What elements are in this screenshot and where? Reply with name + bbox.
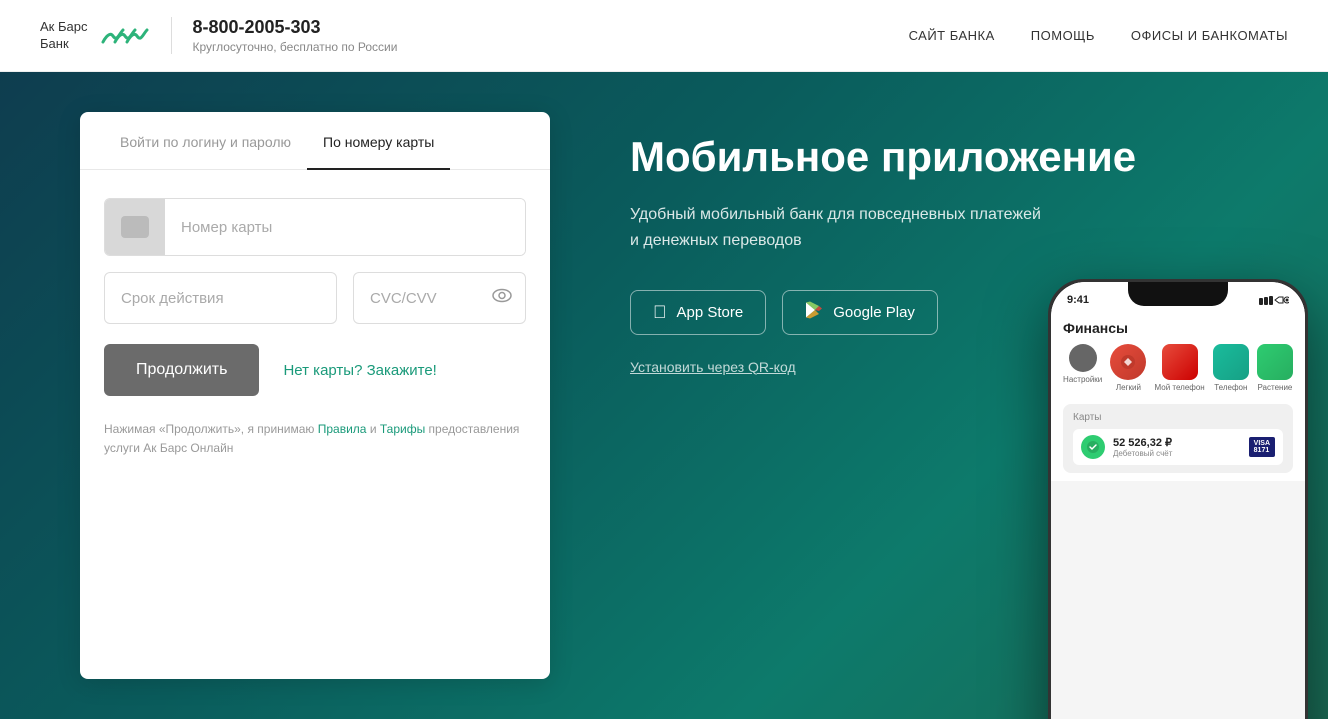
myphone-app-icon bbox=[1162, 344, 1198, 380]
card-details-row bbox=[104, 272, 526, 324]
no-card-link[interactable]: Нет карты? Закажите! bbox=[283, 362, 436, 379]
settings-app-icon bbox=[1069, 344, 1097, 372]
plant-app-icon bbox=[1257, 344, 1293, 380]
tab-card-number[interactable]: По номеру карты bbox=[307, 112, 450, 170]
phone-time: 9:41 bbox=[1067, 294, 1089, 306]
phone-apps-grid: Настройки Легкий Мой телефон bbox=[1063, 344, 1293, 392]
logo-text: Ак Барс Банк bbox=[40, 19, 87, 53]
phone-status-icons bbox=[1259, 295, 1289, 305]
terms-tariffs-link[interactable]: Тарифы bbox=[380, 422, 425, 436]
phone-card-type: Дебетовый счёт bbox=[1113, 449, 1249, 458]
expiry-input[interactable] bbox=[104, 272, 337, 324]
header-nav: САЙТ БАНКА ПОМОЩЬ ОФИСЫ И БАНКОМАТЫ bbox=[909, 28, 1288, 43]
login-tabs: Войти по логину и паролю По номеру карты bbox=[80, 112, 550, 170]
action-row: Продолжить Нет карты? Закажите! bbox=[104, 344, 526, 396]
appstore-button[interactable]:  App Store bbox=[630, 290, 766, 335]
terms-text: Нажимая «Продолжить», я принимаю Правила… bbox=[104, 420, 526, 458]
card-number-input[interactable] bbox=[165, 199, 525, 255]
phone-app-easy: Легкий bbox=[1110, 344, 1146, 392]
terms-rules-link[interactable]: Правила bbox=[318, 422, 367, 436]
phone-app-plant: Растение bbox=[1257, 344, 1293, 392]
phone-card-info: 52 526,32 ₽ Дебетовый счёт bbox=[1113, 436, 1249, 458]
apple-icon:  bbox=[653, 302, 667, 323]
phone-card-amount: 52 526,32 ₽ bbox=[1113, 436, 1249, 449]
main-content: Войти по логину и паролю По номеру карты bbox=[0, 72, 1328, 719]
header-left: Ак Барс Банк 8-800-2005-303 Круглосуточн… bbox=[40, 17, 397, 54]
phone-cards-section: Карты 52 526,32 ₽ Дебетовый счёт VISA817… bbox=[1063, 404, 1293, 473]
phone-subtitle: Круглосуточно, бесплатно по России bbox=[192, 40, 397, 54]
phone-card-visa: VISA8171 bbox=[1249, 437, 1275, 457]
phone-finances-title: Финансы bbox=[1063, 320, 1293, 336]
phone-app-settings: Настройки bbox=[1063, 344, 1102, 392]
card-number-wrapper bbox=[104, 198, 526, 256]
card-icon-box bbox=[105, 199, 165, 255]
googleplay-icon bbox=[805, 301, 823, 324]
phone-screen: 9:41 bbox=[1051, 282, 1305, 719]
right-panel: Мобильное приложение Удобный мобильный б… bbox=[550, 72, 1328, 719]
nav-bank-site[interactable]: САЙТ БАНКА bbox=[909, 28, 995, 43]
eye-icon[interactable] bbox=[492, 289, 512, 308]
phone-number: 8-800-2005-303 bbox=[192, 17, 397, 38]
login-form: Продолжить Нет карты? Закажите! Нажимая … bbox=[80, 170, 550, 490]
phone-mockup: 9:41 bbox=[1048, 279, 1308, 719]
nav-help[interactable]: ПОМОЩЬ bbox=[1031, 28, 1095, 43]
header: Ак Барс Банк 8-800-2005-303 Круглосуточн… bbox=[0, 0, 1328, 72]
logo-area: Ак Барс Банк bbox=[40, 19, 151, 53]
phone-notch bbox=[1128, 282, 1228, 306]
phone-app-icon bbox=[1213, 344, 1249, 380]
phone-area: 8-800-2005-303 Круглосуточно, бесплатно … bbox=[171, 17, 397, 54]
phone-card-icon bbox=[1081, 435, 1105, 459]
phone-outer: 9:41 bbox=[1048, 279, 1308, 719]
googleplay-button[interactable]: Google Play bbox=[782, 290, 938, 335]
bank-logo-icon bbox=[95, 20, 151, 52]
promo-title: Мобильное приложение bbox=[630, 132, 1268, 182]
phone-app-phone: Телефон bbox=[1213, 344, 1249, 392]
cvv-wrapper bbox=[353, 272, 526, 324]
phone-content: Финансы Настройки Легкий bbox=[1051, 312, 1305, 481]
card-chip-icon bbox=[121, 216, 149, 238]
continue-button[interactable]: Продолжить bbox=[104, 344, 259, 396]
login-panel: Войти по логину и паролю По номеру карты bbox=[80, 112, 550, 679]
tab-login-password[interactable]: Войти по логину и паролю bbox=[104, 112, 307, 170]
promo-subtitle: Удобный мобильный банк для повседневных … bbox=[630, 202, 1268, 253]
phone-app-myphone: Мой телефон bbox=[1155, 344, 1205, 392]
phone-cards-title: Карты bbox=[1073, 412, 1283, 423]
easy-app-icon bbox=[1110, 344, 1146, 380]
phone-card-row: 52 526,32 ₽ Дебетовый счёт VISA8171 bbox=[1073, 429, 1283, 465]
nav-offices[interactable]: ОФИСЫ И БАНКОМАТЫ bbox=[1131, 28, 1288, 43]
